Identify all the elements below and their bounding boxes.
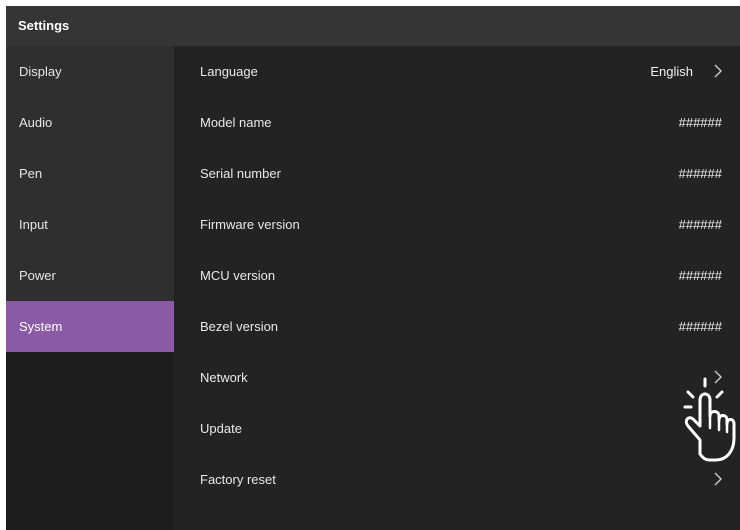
firmware-version-row: Firmware version ###### (174, 199, 740, 250)
language-label: Language (200, 64, 258, 79)
firmware-version-label: Firmware version (200, 217, 300, 232)
sidebar-item-power[interactable]: Power (6, 250, 174, 301)
sidebar-item-display[interactable]: Display (6, 46, 174, 97)
bezel-version-value: ###### (678, 319, 722, 334)
update-label: Update (200, 421, 242, 436)
model-name-value: ###### (678, 115, 722, 130)
system-settings-panel: Language English Model name ###### Seria… (174, 46, 740, 530)
mcu-version-label: MCU version (200, 268, 276, 283)
sidebar-item-audio[interactable]: Audio (6, 97, 174, 148)
sidebar-item-input[interactable]: Input (6, 199, 174, 250)
model-name-row: Model name ###### (174, 97, 740, 148)
chevron-right-icon (714, 370, 722, 384)
sidebar: Display Audio Pen Input Power System (6, 46, 174, 530)
update-row[interactable]: Update (174, 403, 740, 454)
language-row[interactable]: Language English (174, 46, 740, 97)
chevron-right-icon (714, 64, 722, 78)
window-title: Settings (6, 6, 740, 46)
serial-number-value: ###### (678, 166, 722, 181)
model-name-label: Model name (200, 115, 272, 130)
factory-reset-row[interactable]: Factory reset (174, 454, 740, 505)
bezel-version-row: Bezel version ###### (174, 301, 740, 352)
language-value: English (650, 64, 693, 79)
factory-reset-label: Factory reset (200, 472, 276, 487)
firmware-version-value: ###### (678, 217, 722, 232)
bezel-version-label: Bezel version (200, 319, 279, 334)
chevron-right-icon (714, 472, 722, 486)
sidebar-item-system[interactable]: System (6, 301, 174, 352)
serial-number-label: Serial number (200, 166, 281, 181)
mcu-version-value: ###### (678, 268, 722, 283)
chevron-right-icon (714, 421, 722, 435)
mcu-version-row: MCU version ###### (174, 250, 740, 301)
network-row[interactable]: Network (174, 352, 740, 403)
serial-number-row: Serial number ###### (174, 148, 740, 199)
sidebar-item-pen[interactable]: Pen (6, 148, 174, 199)
network-label: Network (200, 370, 248, 385)
settings-window: Settings Display Audio Pen Input Power S… (6, 6, 740, 530)
